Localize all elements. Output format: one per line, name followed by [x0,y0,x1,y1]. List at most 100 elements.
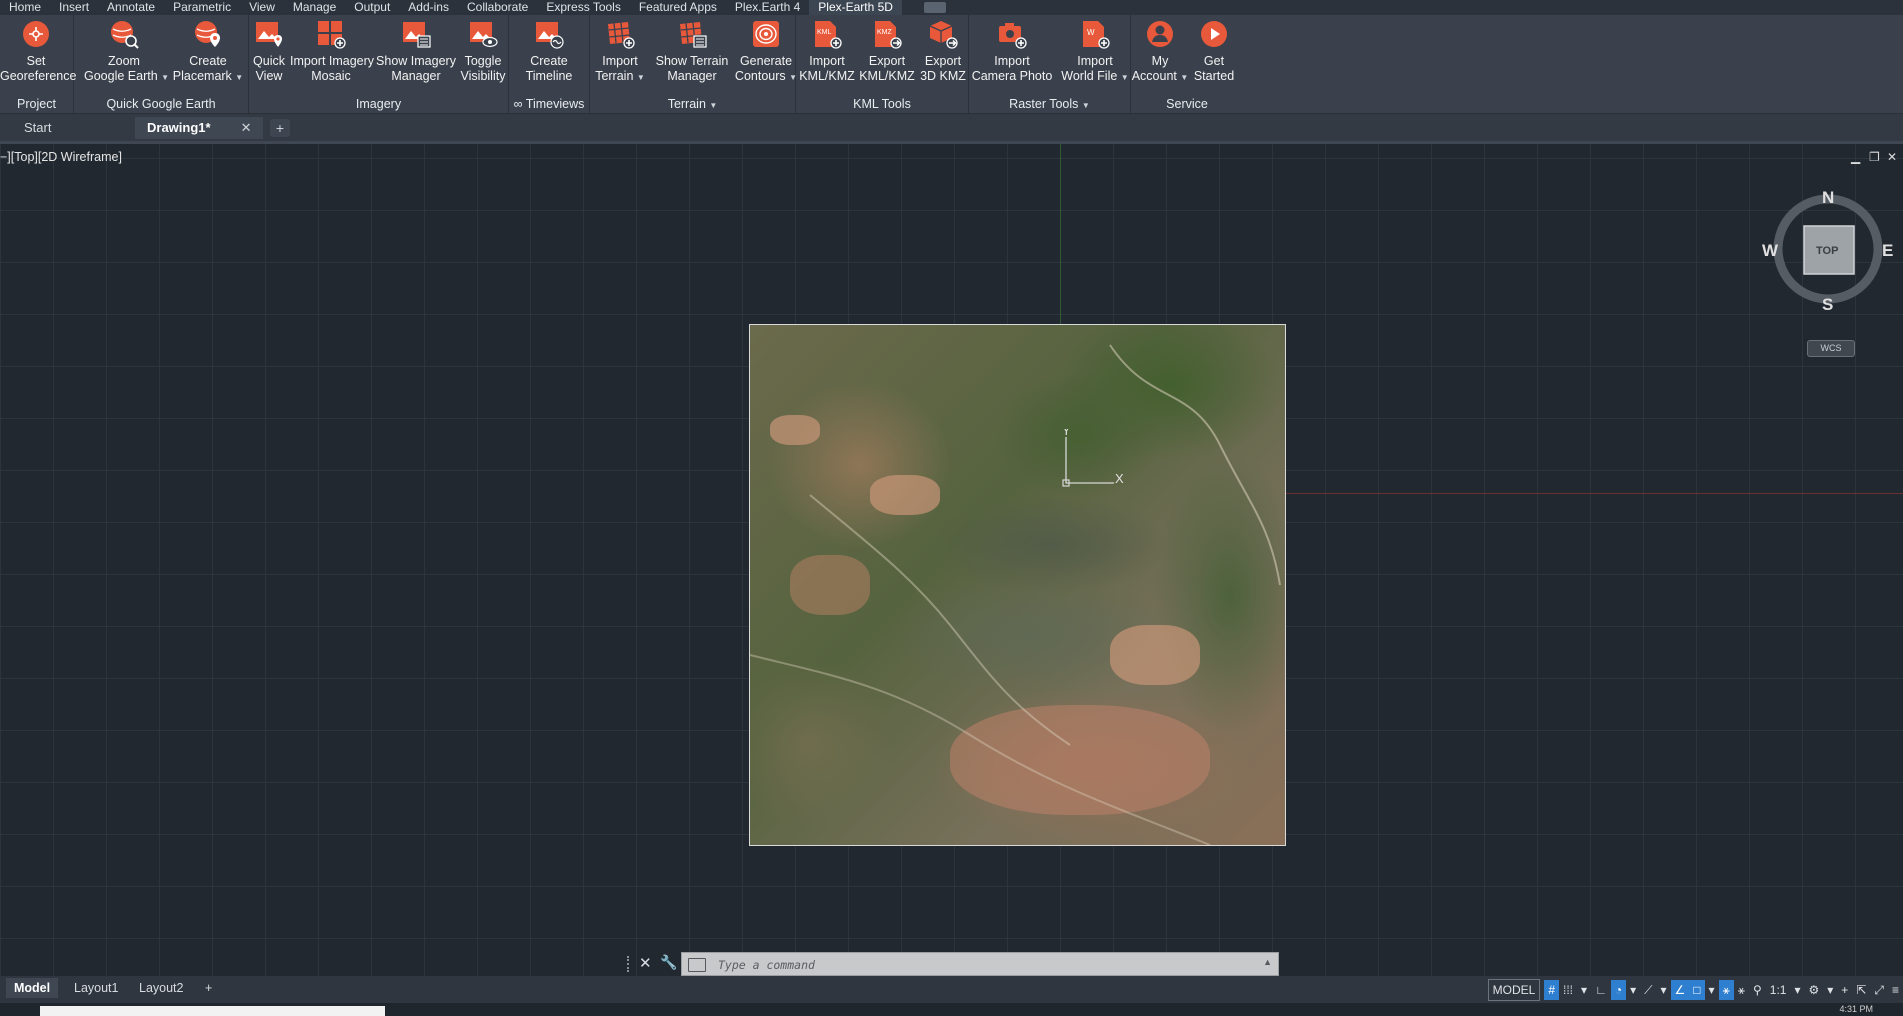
image-eye-icon [470,22,498,48]
tab-start[interactable]: Start [12,117,63,139]
import-imagery-mosaic-button[interactable]: Import Imagery Mosaic [290,19,374,83]
scale-dropdown-icon[interactable]: ▾ [1790,980,1804,1000]
export-kml-button[interactable]: KMZ Export KML/KMZ [856,19,918,83]
annotation-scale-value[interactable]: 1:1 [1766,980,1791,1000]
menu-tab-annotate[interactable]: Annotate [98,0,164,15]
status-bar: Model Layout1 Layout2 + MODEL # ⁞⁞⁞ ▾ ∟ … [0,976,1903,1003]
dropdown-arrow-icon[interactable]: ▼ [637,73,645,82]
dropdown-arrow-icon[interactable]: ▼ [1121,73,1129,82]
menu-tab-manage[interactable]: Manage [284,0,345,15]
isodraft-icon[interactable]: ⟋ [1640,980,1656,1000]
get-started-button[interactable]: Get Started [1189,19,1239,83]
model-space-button[interactable]: MODEL [1487,978,1541,1001]
panel-dropdown-icon[interactable]: ▼ [1082,101,1090,110]
image-pin-icon [256,22,282,47]
viewport-controls-label[interactable]: −][Top][2D Wireframe] [0,150,122,164]
menu-tab-output[interactable]: Output [345,0,399,15]
y-axis-line [1060,144,1061,324]
panel-dropdown-icon[interactable]: ▼ [709,101,717,110]
command-prompt-icon[interactable] [688,958,706,972]
menu-tab-collaborate[interactable]: Collaborate [458,0,537,15]
auto-scale-icon[interactable]: ⚹ [1734,980,1749,1000]
grip-handle[interactable] [627,956,634,972]
wcs-menu-button[interactable]: WCS [1807,340,1855,357]
panel-imagery: Quick View Import Imagery Mosaic Show Im… [249,15,509,113]
panel-raster-tools: Import Camera Photo W Import World File … [969,15,1131,113]
taskbar-search-box[interactable] [40,1006,385,1016]
grid-toggle-icon[interactable]: # [1544,979,1560,1000]
new-tab-button[interactable]: + [270,119,290,137]
dropdown-arrow-icon[interactable]: ▼ [235,73,243,82]
clean-screen-icon[interactable]: ⤢ [1870,980,1888,1000]
object-snap-dropdown-icon[interactable]: ▾ [1705,980,1719,1000]
command-history-icon[interactable]: ▲ [1263,957,1272,967]
svg-text:N[interactable]: N [1822,188,1834,207]
show-terrain-manager-button[interactable]: Show Terrain Manager [651,19,733,83]
menu-tab-insert[interactable]: Insert [50,0,98,15]
svg-text:S[interactable]: S [1822,295,1833,314]
minimize-viewport-icon[interactable]: ▁ [1851,150,1860,164]
import-kml-button[interactable]: KML Import KML/KMZ [796,19,858,83]
zoom-google-earth-button[interactable]: Zoom Google Earth ▼ [84,19,169,85]
menu-tab-home[interactable]: Home [0,0,50,15]
import-world-file-button[interactable]: W Import World File ▼ [1059,19,1131,85]
svg-text:W[interactable]: W [1762,241,1779,260]
layout-tab-layout1[interactable]: Layout1 [66,978,126,998]
imagery-manager-icon [403,22,431,48]
menu-tab-view[interactable]: View [240,0,284,15]
drawing-viewport[interactable]: −][Top][2D Wireframe] ▁ ❐ ✕ Y X TOP N S … [0,144,1903,976]
svg-text:E[interactable]: E [1882,241,1893,260]
snap-dropdown-icon[interactable]: ▾ [1577,980,1591,1000]
ortho-icon[interactable]: ∟ [1591,980,1611,1000]
menu-tab-plex-earth-5d[interactable]: Plex-Earth 5D [809,0,902,15]
close-tab-icon[interactable]: ✕ [241,120,252,135]
add-layout-button[interactable]: + [197,978,220,998]
menu-tab-parametric[interactable]: Parametric [164,0,240,15]
command-input[interactable] [716,955,1240,975]
close-viewport-icon[interactable]: ✕ [1887,150,1897,164]
menu-tab-featured-apps[interactable]: Featured Apps [630,0,726,15]
import-camera-photo-button[interactable]: Import Camera Photo [969,19,1055,83]
workspace-dropdown-icon[interactable]: ▾ [1823,980,1837,1000]
set-georeference-button[interactable]: Set Georeference [0,19,76,83]
workspace-switch-button[interactable] [923,2,946,13]
status-tray: MODEL # ⁞⁞⁞ ▾ ∟ ◔ ▾ ⟋ ▾ ∠ □ ▾ ⚹ ⚹ ⚲ 1:1 … [1487,976,1903,1003]
import-terrain-button[interactable]: Import Terrain ▼ [590,19,650,85]
svg-text:W: W [1087,28,1095,37]
annotation-scale-icon[interactable]: ⚲ [1749,980,1766,1000]
export-3d-kmz-button[interactable]: Export 3D KMZ [918,19,968,83]
command-box: ▲ [681,952,1279,976]
satellite-image[interactable] [749,324,1286,846]
panel-kml-tools: KML Import KML/KMZ KMZ Export KML/KMZ Ex… [796,15,969,113]
dropdown-arrow-icon[interactable]: ▼ [1180,73,1188,82]
menu-tab-addins[interactable]: Add-ins [399,0,458,15]
menu-tab-plex-earth-4[interactable]: Plex.Earth 4 [726,0,809,15]
create-placemark-button[interactable]: Create Placemark ▼ [168,19,248,85]
polar-tracking-icon[interactable]: ◔ [1610,979,1627,1000]
object-snap-icon[interactable]: □ [1689,979,1705,1000]
units-icon[interactable]: ⇱ [1852,980,1870,1000]
wrench-icon[interactable]: 🔧 [660,954,677,971]
layout-tab-model[interactable]: Model [6,978,59,998]
toggle-visibility-button[interactable]: Toggle Visibility [458,19,508,83]
menu-tab-express-tools[interactable]: Express Tools [537,0,629,15]
show-imagery-manager-button[interactable]: Show Imagery Manager [374,19,458,83]
annotation-visibility-icon[interactable]: ⚹ [1718,979,1734,1000]
viewcube[interactable]: TOP N S W E [1758,184,1898,334]
workspace-gear-icon[interactable]: ⚙ [1805,980,1824,1000]
contours-icon [753,21,779,47]
snap-mode-icon[interactable]: ⁞⁞⁞ [1559,980,1577,1000]
isodraft-dropdown-icon[interactable]: ▾ [1657,980,1671,1000]
close-command-icon[interactable]: ✕ [639,954,652,972]
polar-dropdown-icon[interactable]: ▾ [1626,980,1640,1000]
generate-contours-button[interactable]: Generate Contours ▼ [734,19,798,85]
tab-drawing1[interactable]: Drawing1* ✕ [135,117,264,139]
annotation-monitor-icon[interactable]: + [1837,980,1852,1000]
customization-menu-icon[interactable]: ≡ [1888,980,1903,1000]
my-account-button[interactable]: My Account ▼ [1131,19,1189,85]
object-snap-tracking-icon[interactable]: ∠ [1670,979,1690,1000]
create-timeline-button[interactable]: Create Timeline [509,19,589,83]
layout-tab-layout2[interactable]: Layout2 [131,978,191,998]
quick-view-button[interactable]: Quick View [249,19,289,83]
restore-viewport-icon[interactable]: ❐ [1869,150,1880,164]
